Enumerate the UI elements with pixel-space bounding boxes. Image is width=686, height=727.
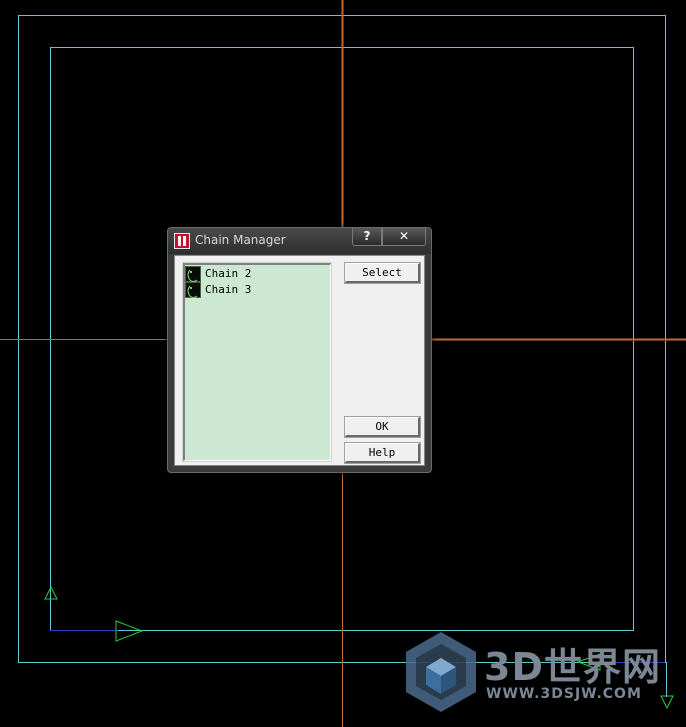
list-item-chain-2[interactable]: Chain 2 xyxy=(185,266,325,283)
mastercam-app-icon xyxy=(174,233,190,249)
dialog-title: Chain Manager xyxy=(195,233,286,247)
close-button[interactable]: ✕ xyxy=(382,228,426,246)
list-item-label: Chain 3 xyxy=(205,283,252,296)
watermark-title: 3D世界网 xyxy=(484,645,661,689)
dialog-titlebar[interactable]: Chain Manager ? ✕ xyxy=(168,228,431,254)
chain-manager-dialog: Chain Manager ? ✕ Chain 2 Chain 3 Select… xyxy=(167,227,432,473)
ok-button[interactable]: OK xyxy=(344,416,421,438)
list-item-label: Chain 2 xyxy=(205,267,252,280)
watermark: 3D世界网 WWW.3DSJW.COM xyxy=(400,628,670,718)
watermark-url: WWW.3DSJW.COM xyxy=(486,686,642,702)
context-help-button[interactable]: ? xyxy=(352,228,382,246)
chain-contour-icon xyxy=(185,266,201,283)
help-button[interactable]: Help xyxy=(344,442,421,464)
cad-viewport[interactable]: Chain Manager ? ✕ Chain 2 Chain 3 Select… xyxy=(0,0,686,727)
chain-contour-icon xyxy=(185,282,201,299)
list-item-chain-3[interactable]: Chain 3 xyxy=(185,282,325,299)
watermark-cube-logo xyxy=(406,632,476,712)
dialog-client-area: Chain 2 Chain 3 Select OK Help xyxy=(174,255,425,466)
select-button[interactable]: Select xyxy=(344,262,421,284)
chain-list[interactable]: Chain 2 Chain 3 xyxy=(182,262,332,462)
